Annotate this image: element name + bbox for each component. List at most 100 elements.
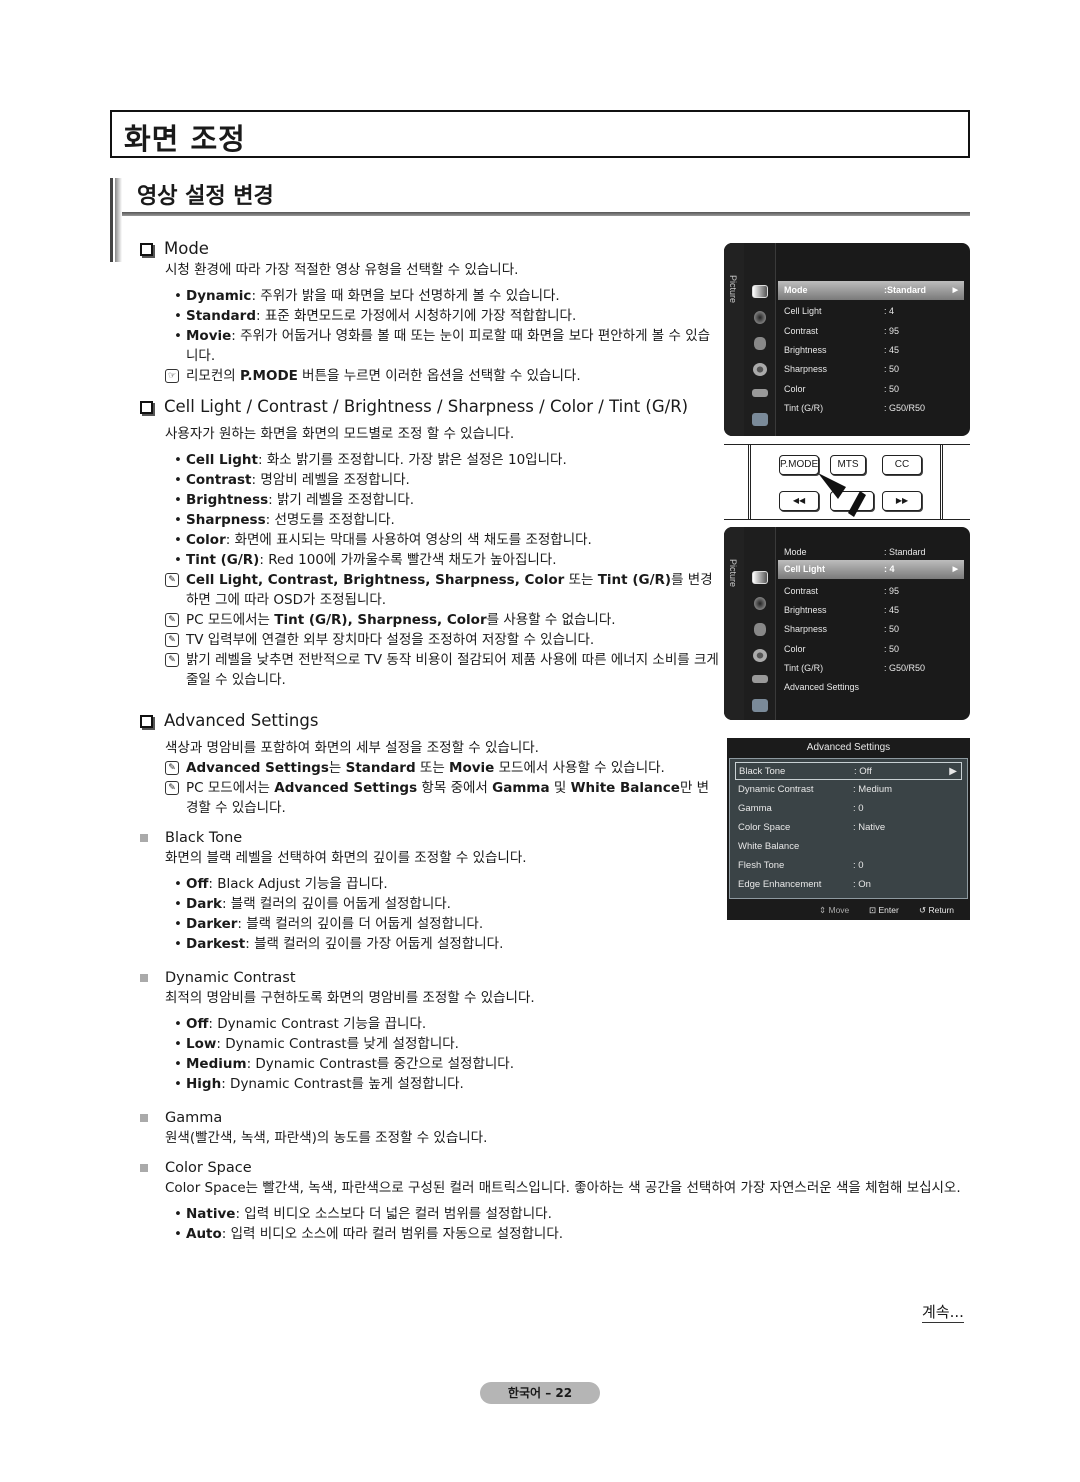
list-item: Off: Black Adjust 기능을 끕니다. [174, 874, 720, 894]
osd-item-value: : Native [853, 822, 886, 833]
osd-picture-menu-cell-light: Picture Mode: Standard Cell Light: 4 ▶ Cont… [724, 527, 970, 720]
list-item: Dynamic: 주위가 밝을 때 화면을 보다 선명하게 볼 수 있습니다. [174, 286, 720, 306]
note-pencil-icon: ✎ [165, 613, 179, 627]
osd-menu-item[interactable]: Color : 50 [784, 380, 964, 399]
note-item: ✎ 밝기 레벨을 낮추면 전반적으로 TV 동작 비용이 절감되어 제품 사용에 … [165, 650, 720, 690]
color-space-heading: Color Space [140, 1158, 975, 1178]
osd-menu-item[interactable]: Black Tone: Off ▶ [735, 762, 962, 780]
osd-item-label: Contrast [784, 585, 819, 596]
mode-intro: 시청 환경에 따라 가장 적절한 영상 유형을 선택할 수 있습니다. [165, 262, 519, 278]
input-icon [752, 389, 768, 397]
note-item: ✎ Advanced Settings는 Standard 또는 Movie 모드… [165, 758, 720, 778]
osd-menu-item[interactable]: Tint (G/R): G50/R50 [784, 399, 964, 418]
note-item: ✎ TV 입력부에 연결한 외부 장치마다 설정을 조정하여 저장할 수 있습니다… [165, 630, 720, 650]
channel-icon [754, 337, 766, 350]
osd-item-label: Dynamic Contrast [738, 784, 814, 795]
osd-item-value: : 50 [884, 643, 900, 654]
osd-menu-item[interactable]: Edge Enhancement: On [735, 876, 962, 894]
picture-intro: 사용자가 원하는 화면을 화면의 모드별로 조정 할 수 있습니다. [165, 426, 515, 442]
osd-menu-item[interactable]: Cell Light: 4 ▶ [778, 560, 964, 580]
square-bullet-icon [140, 974, 148, 982]
osd-menu-item[interactable]: Sharpness : 50 [784, 620, 964, 639]
advanced-intro: 색상과 명암비를 포함하여 화면의 세부 설정을 조정할 수 있습니다. [165, 740, 539, 756]
mode-heading: Mode [140, 238, 720, 260]
osd-menu-item[interactable]: Sharpness: 50 [784, 360, 964, 379]
cc-button[interactable]: CC [882, 455, 922, 475]
list-item: Off: Dynamic Contrast 기능을 끕니다. [174, 1014, 720, 1034]
list-item: Sharpness: 선명도를 조정합니다. [174, 510, 720, 530]
osd-item-label: Flesh Tone [738, 860, 785, 871]
osd-menu-item[interactable]: Advanced Settings [784, 678, 964, 697]
list-item: Brightness: 밝기 레벨을 조정합니다. [174, 490, 720, 510]
p-mode-button[interactable]: P.MODE [779, 455, 819, 475]
osd-item-value: : 50 [884, 624, 900, 635]
picture-section: Cell Light / Contrast / Brightness / Sha… [140, 396, 720, 690]
osd-item-label: Contrast [784, 325, 819, 336]
osd-menu-item[interactable]: Color : 50 [784, 640, 964, 659]
color-space-intro: Color Space는 빨간색, 녹색, 파란색으로 구성된 컬러 매트릭스입… [165, 1180, 961, 1196]
osd-item-label: Color [784, 643, 806, 654]
osd-item-label: Sharpness [784, 624, 828, 635]
osd-item-value: : 4 [884, 306, 895, 317]
osd-menu-item[interactable]: Cell Light: 4 [784, 302, 964, 321]
osd-advanced-list: Black Tone: Off ▶ Dynamic Contrast : Medium… [729, 758, 968, 899]
list-item: Movie: 주위가 어둡거나 영화를 볼 때 또는 눈이 피로할 때 화면을 … [174, 326, 720, 366]
osd-menu-item[interactable]: Brightness: 45 [784, 341, 964, 360]
black-tone-intro: 화면의 블랙 레벨을 선택하여 화면의 깊이를 조정할 수 있습니다. [165, 850, 527, 866]
osd-advanced-settings: Advanced Settings Black Tone: Off ▶ Dynami… [727, 738, 970, 920]
osd-menu-item[interactable]: Gamma: 0 [735, 800, 962, 818]
osd-menu-item[interactable]: Color Space: Native [735, 819, 962, 837]
osd-menu-item[interactable]: White Balance [735, 838, 962, 856]
osd-menu-item[interactable]: Tint (G/R): G50/R50 [784, 659, 964, 678]
mode-section: Mode 시청 환경에 따라 가장 적절한 영상 유형을 선택할 수 있습니다.… [140, 238, 720, 386]
osd-menu-item[interactable]: Mode: Standard [784, 543, 964, 562]
osd-item-label: Black Tone [739, 766, 786, 777]
osd-item-label: Brightness [784, 344, 827, 355]
color-space-section: Color Space Color Space는 빨간색, 녹색, 파란색으로 … [140, 1158, 975, 1244]
sound-icon [754, 311, 766, 324]
advanced-section: Advanced Settings 색상과 명암비를 포함하여 화면의 세부 설… [140, 710, 720, 1162]
osd-menu-item[interactable]: Brightness: 45 [784, 601, 964, 620]
osd-item-value: : Medium [853, 784, 893, 795]
checkbox-bullet-icon [140, 401, 153, 414]
osd-menu-item[interactable]: Dynamic Contrast : Medium [735, 781, 962, 799]
osd-menu-item[interactable]: Contrast: 95 [784, 582, 964, 601]
osd-item-value: : 50 [884, 383, 900, 394]
note-pencil-icon: ✎ [165, 653, 179, 667]
mts-button[interactable]: MTS [830, 455, 866, 475]
gamma-intro: 원색(빨간색, 녹색, 파란색)의 농도를 조정할 수 있습니다. [165, 1130, 488, 1146]
black-tone-heading: Black Tone [140, 828, 720, 848]
osd-item-label: Color [784, 383, 806, 394]
application-icon [752, 699, 768, 712]
list-item: Auto: 입력 비디오 소스에 따라 컬러 범위를 자동으로 설정합니다. [174, 1224, 975, 1244]
list-item: Native: 입력 비디오 소스보다 더 넓은 컬러 범위를 설정합니다. [174, 1204, 975, 1224]
osd-item-value: : 45 [884, 604, 900, 615]
list-item: High: Dynamic Contrast를 높게 설정합니다. [174, 1074, 720, 1094]
checkbox-bullet-icon [140, 242, 153, 256]
note-item: ✎ Cell Light, Contrast, Brightness, Sharp… [165, 570, 720, 610]
osd-menu-item[interactable]: Mode:Standard ▶ [778, 281, 964, 300]
osd-icon-column [744, 527, 776, 720]
osd-menu-item[interactable]: Contrast: 95 [784, 322, 964, 341]
remote-note: ☞ 리모컨의 P.MODE 버튼을 누르면 이러한 옵션을 선택할 수 있습니다. [165, 366, 720, 386]
note-pencil-icon: ✎ [165, 761, 179, 775]
fast-forward-button[interactable]: ▶▶ [882, 491, 922, 511]
osd-menu-item[interactable]: Flesh Tone: 0 [735, 857, 962, 875]
input-icon [752, 675, 768, 683]
osd-item-label: Tint (G/R) [784, 402, 824, 413]
list-item: Darker: 블랙 컬러의 깊이를 더 어둡게 설정합니다. [174, 914, 720, 934]
osd-item-label: Mode [784, 285, 808, 295]
setup-gear-icon [753, 649, 767, 662]
return-hint: ↺ Return [919, 905, 954, 915]
osd-item-value: : 50 [884, 364, 900, 375]
square-bullet-icon [140, 834, 148, 842]
picture-heading: Cell Light / Contrast / Brightness / Sha… [140, 396, 720, 418]
picture-icon [752, 571, 768, 584]
osd-item-label: Mode [784, 547, 807, 557]
setup-gear-icon [753, 363, 767, 376]
osd-item-value: : 0 [853, 803, 864, 814]
checkbox-bullet-icon [140, 714, 153, 728]
list-item: Color: 화면에 표시되는 막대를 사용하여 영상의 색 채도를 조정합니다… [174, 530, 720, 550]
rewind-button[interactable]: ◀◀ [779, 491, 819, 511]
page-title: 화면 조정 [124, 122, 246, 156]
